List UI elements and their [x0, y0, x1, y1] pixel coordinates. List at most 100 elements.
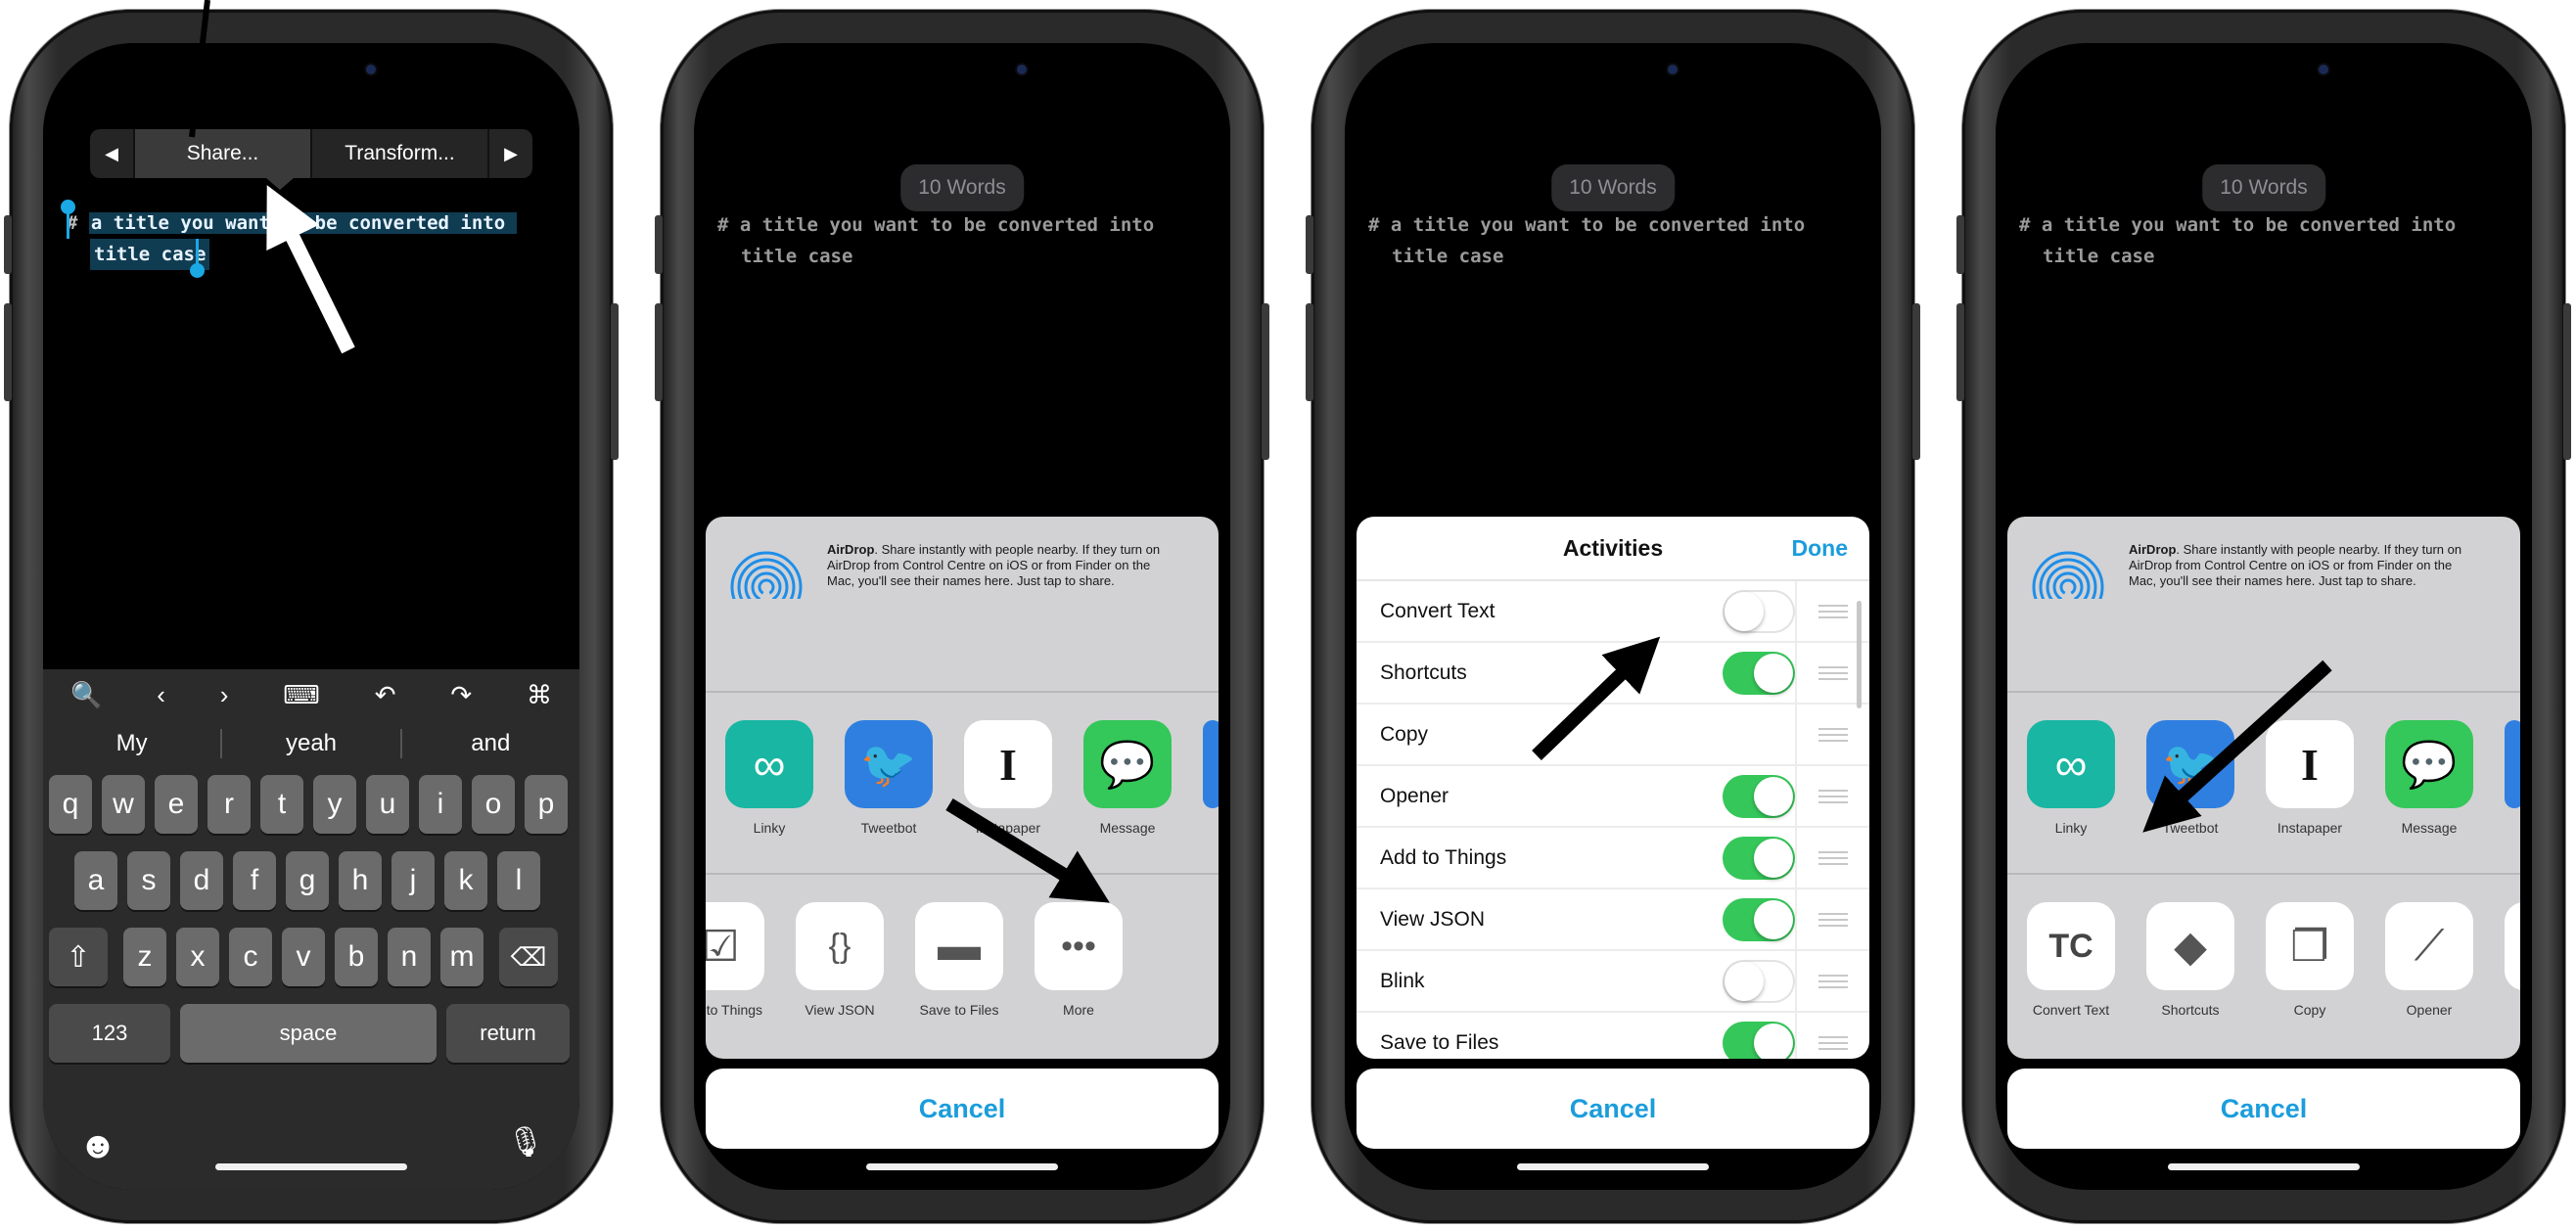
add-to-things-toggle[interactable] — [1723, 836, 1795, 880]
app-message[interactable]: 💬 Message — [1083, 720, 1172, 873]
suggestion-3[interactable]: and — [402, 730, 579, 757]
app-tweetbot[interactable]: 🐦 Tweetbot — [845, 720, 933, 873]
convert-text-toggle[interactable] — [1723, 589, 1795, 633]
numbers-key[interactable]: 123 — [49, 1004, 170, 1063]
menu-right-arrow-icon[interactable]: ▶ — [489, 144, 532, 164]
key-i[interactable]: i — [419, 775, 462, 834]
share-menu-item[interactable]: Share... — [135, 129, 310, 178]
key-x[interactable]: x — [176, 928, 219, 986]
emoji-icon[interactable]: ☻ — [78, 1125, 117, 1167]
reorder-handle-icon[interactable] — [1818, 665, 1848, 680]
action-add-to-things[interactable]: ☑ Add to Things — [706, 902, 764, 1018]
key-y[interactable]: y — [313, 775, 356, 834]
key-d[interactable]: d — [180, 851, 223, 910]
app-message[interactable]: 💬 Message — [2385, 720, 2473, 873]
selected-text-line-1[interactable]: a title you want to be converted into — [88, 212, 518, 234]
key-u[interactable]: u — [366, 775, 409, 834]
document-text[interactable]: # a title you want to be converted into … — [717, 209, 1207, 272]
home-indicator[interactable] — [1517, 1163, 1709, 1170]
key-h[interactable]: h — [339, 851, 382, 910]
app-instapaper[interactable]: I Instapaper — [2266, 720, 2354, 873]
action-shortcuts[interactable]: ◆ Shortcuts — [2146, 902, 2234, 1018]
shortcuts-toggle[interactable] — [1723, 651, 1795, 695]
key-b[interactable]: b — [335, 928, 378, 986]
action-opener[interactable]: ⟋ Opener — [2385, 902, 2473, 1018]
redo-icon[interactable]: ↷ — [450, 680, 472, 710]
home-indicator[interactable] — [866, 1163, 1058, 1170]
key-k[interactable]: k — [444, 851, 487, 910]
scroll-indicator[interactable] — [1857, 601, 1862, 708]
key-s[interactable]: s — [127, 851, 170, 910]
suggestion-2[interactable]: yeah — [222, 730, 399, 757]
opener-toggle[interactable] — [1723, 774, 1795, 818]
key-j[interactable]: j — [391, 851, 435, 910]
app-partial[interactable] — [1203, 720, 1219, 873]
reorder-handle-icon[interactable] — [1818, 727, 1848, 742]
reorder-handle-icon[interactable] — [1818, 850, 1848, 865]
microphone-icon[interactable]: 🎙 — [507, 1125, 544, 1160]
key-p[interactable]: p — [525, 775, 568, 834]
action-more[interactable]: ••• More — [1035, 902, 1123, 1018]
key-o[interactable]: o — [472, 775, 515, 834]
key-a[interactable]: a — [74, 851, 117, 910]
action-copy[interactable]: ❐ Copy — [2266, 902, 2354, 1018]
space-key[interactable]: space — [180, 1004, 437, 1063]
key-g[interactable]: g — [286, 851, 329, 910]
undo-icon[interactable]: ↶ — [375, 680, 396, 710]
key-c[interactable]: c — [229, 928, 272, 986]
word-count-badge[interactable]: 10 Words — [1551, 164, 1675, 211]
action-convert-text[interactable]: TC Convert Text — [2027, 902, 2115, 1018]
transform-menu-item[interactable]: Transform... — [312, 142, 487, 165]
save-to-files-toggle[interactable] — [1723, 1021, 1795, 1059]
app-linky[interactable]: ∞ Linky — [2027, 720, 2115, 873]
cancel-button[interactable]: Cancel — [2007, 1069, 2520, 1149]
key-f[interactable]: f — [233, 851, 276, 910]
action-ad[interactable]: Ad — [2505, 902, 2520, 1018]
selection-end-handle[interactable] — [190, 239, 205, 278]
backspace-key[interactable]: ⌫ — [499, 928, 558, 986]
action-view-json[interactable]: {} View JSON — [796, 902, 884, 1018]
selection-start-handle[interactable] — [61, 200, 75, 239]
shift-key[interactable]: ⇧ — [49, 928, 108, 986]
key-z[interactable]: z — [123, 928, 166, 986]
home-indicator[interactable] — [215, 1163, 407, 1170]
keyboard-dismiss-icon[interactable]: ⌨ — [283, 680, 320, 710]
app-linky[interactable]: ∞ Linky — [725, 720, 813, 873]
cancel-button[interactable]: Cancel — [706, 1069, 1219, 1149]
reorder-handle-icon[interactable] — [1818, 604, 1848, 618]
airdrop-section[interactable]: AirDrop. Share instantly with people nea… — [706, 517, 1219, 693]
menu-left-arrow-icon[interactable]: ◀ — [90, 144, 133, 164]
key-e[interactable]: e — [155, 775, 198, 834]
cancel-button[interactable]: Cancel — [1357, 1069, 1869, 1149]
home-indicator[interactable] — [2168, 1163, 2360, 1170]
chevron-left-icon[interactable]: ‹ — [157, 680, 165, 710]
app-partial[interactable] — [2505, 720, 2520, 873]
key-n[interactable]: n — [388, 928, 431, 986]
blink-toggle[interactable] — [1723, 959, 1795, 1003]
word-count-badge[interactable]: 10 Words — [2202, 164, 2325, 211]
reorder-handle-icon[interactable] — [1818, 912, 1848, 927]
key-v[interactable]: v — [282, 928, 325, 986]
view-json-toggle[interactable] — [1723, 897, 1795, 941]
command-icon[interactable]: ⌘ — [527, 680, 552, 710]
app-tweetbot[interactable]: 🐦 Tweetbot — [2146, 720, 2234, 873]
document-text[interactable]: # a title you want to be converted into … — [1368, 209, 1858, 272]
reorder-handle-icon[interactable] — [1818, 789, 1848, 803]
chevron-right-icon[interactable]: › — [220, 680, 229, 710]
key-t[interactable]: t — [260, 775, 303, 834]
suggestion-1[interactable]: My — [43, 730, 220, 757]
key-q[interactable]: q — [49, 775, 92, 834]
reorder-handle-icon[interactable] — [1818, 974, 1848, 988]
key-m[interactable]: m — [440, 928, 483, 986]
document-text[interactable]: # a title you want to be converted into … — [2019, 209, 2508, 272]
airdrop-section[interactable]: AirDrop. Share instantly with people nea… — [2007, 517, 2520, 693]
done-button[interactable]: Done — [1792, 535, 1849, 562]
return-key[interactable]: return — [446, 1004, 570, 1063]
reorder-handle-icon[interactable] — [1818, 1035, 1848, 1050]
action-save-to-files[interactable]: ▬ Save to Files — [915, 902, 1003, 1018]
key-w[interactable]: w — [102, 775, 145, 834]
editor-selection[interactable]: # a title you want to be converted into … — [67, 207, 556, 270]
key-l[interactable]: l — [497, 851, 540, 910]
app-instapaper[interactable]: I Instapaper — [964, 720, 1052, 873]
key-r[interactable]: r — [207, 775, 251, 834]
